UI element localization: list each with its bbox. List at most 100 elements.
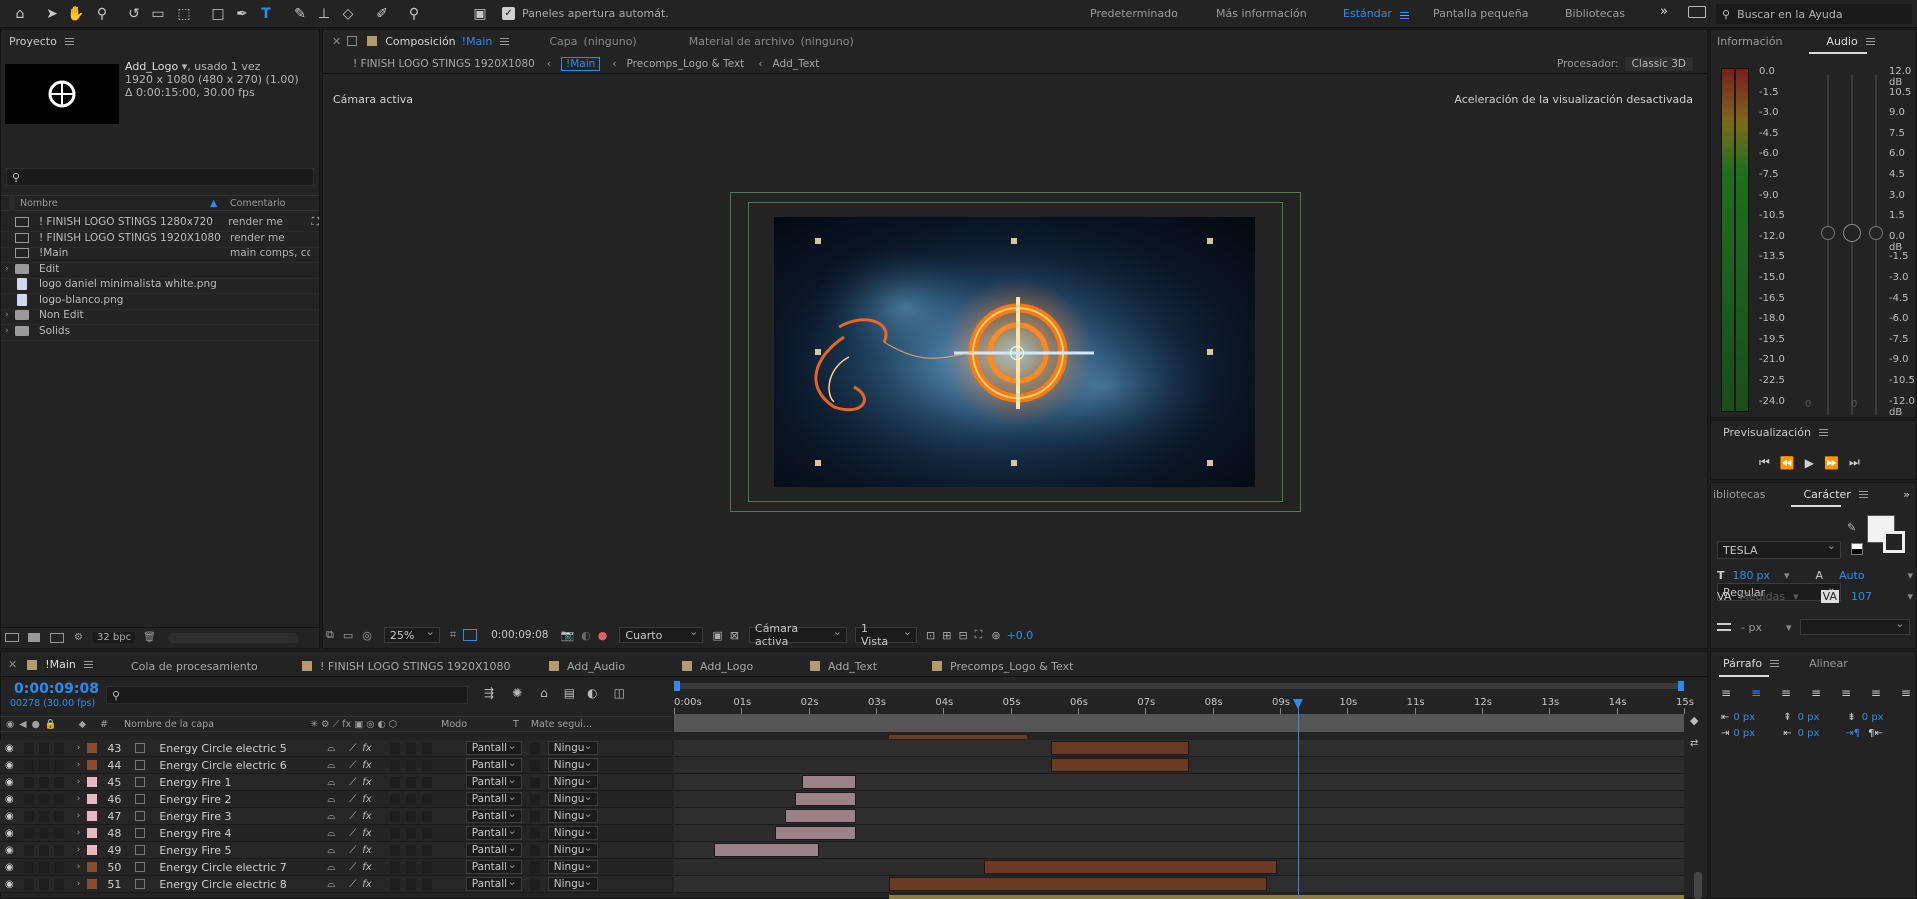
label-color-swatch[interactable] xyxy=(87,777,98,787)
quality-switch-icon[interactable]: ⟋ xyxy=(349,845,356,856)
audio-toggle[interactable] xyxy=(23,878,34,890)
track-matte-dropdown[interactable]: Ningu xyxy=(547,858,598,874)
snapping-icon[interactable]: ▣ xyxy=(470,4,490,24)
layer-duration-bar[interactable] xyxy=(785,809,856,823)
track-matte-dropdown[interactable]: Ningu xyxy=(547,773,598,789)
tab-composition[interactable]: Composición xyxy=(385,35,455,48)
shy-layers-icon[interactable]: ⌂ xyxy=(540,686,548,700)
lock-toggle[interactable] xyxy=(53,844,64,856)
eye-icon[interactable]: ◉ xyxy=(5,828,14,839)
chevron-down-icon[interactable]: ▾ xyxy=(1784,569,1790,582)
timeline-icon[interactable]: ⊟ xyxy=(958,629,967,642)
draft-3d-icon[interactable]: ✺ xyxy=(512,686,522,700)
transform-handle[interactable] xyxy=(1207,349,1213,355)
timeline-tab-precomps[interactable]: Precomps_Logo & Text xyxy=(932,658,1073,674)
timeline-layer-row[interactable]: ◉ › 49 Energy Fire 5⌓ ⟋ fx Pantall Ningu xyxy=(0,841,672,859)
shy-switch-icon[interactable]: ⌓ xyxy=(327,828,335,839)
flowchart-icon[interactable]: ⛶ xyxy=(312,216,319,229)
timeline-layer-row[interactable]: ◉ › 46 Energy Fire 2⌓ ⟋ fx Pantall Ningu xyxy=(0,790,672,808)
timeline-layer-row[interactable]: ◉ › 47 Energy Fire 3⌓ ⟋ fx Pantall Ningu xyxy=(0,807,672,825)
solo-toggle[interactable] xyxy=(38,759,49,771)
layer-name[interactable]: Energy Fire 3 xyxy=(159,810,327,823)
transform-handle[interactable] xyxy=(815,349,821,355)
lock-toggle[interactable] xyxy=(53,793,64,805)
effects-switch-icon[interactable]: fx xyxy=(362,879,371,890)
3d-switch[interactable] xyxy=(421,878,432,890)
track-matte-dropdown[interactable]: Ningu xyxy=(547,807,598,823)
comp-mini-flowchart-icon[interactable]: ⇶ xyxy=(484,686,494,700)
audio-toggle[interactable] xyxy=(23,810,34,822)
chevron-right-icon[interactable]: › xyxy=(77,794,81,804)
zoom-dropdown[interactable]: 25% xyxy=(383,625,440,643)
anchor-point-icon[interactable] xyxy=(1010,346,1024,360)
work-area-end-handle[interactable] xyxy=(1678,681,1684,691)
label-color-swatch[interactable] xyxy=(87,845,98,855)
navigator-bar[interactable] xyxy=(674,714,1684,732)
sync-settings-icon[interactable] xyxy=(1688,6,1706,18)
space-after-value[interactable]: 0 px xyxy=(1862,712,1884,723)
tab-paragraph[interactable]: Párrafo xyxy=(1723,657,1762,670)
solo-toggle[interactable] xyxy=(38,776,49,788)
solo-toggle[interactable] xyxy=(38,793,49,805)
stroke-color-swatch[interactable] xyxy=(1883,531,1905,553)
color-channels-icon[interactable]: ● xyxy=(598,629,608,642)
auto-open-panels-checkbox[interactable]: ✓ Paneles apertura automát. xyxy=(502,7,669,20)
workspace-pantalla-pequena[interactable]: Pantalla pequeña xyxy=(1433,7,1528,20)
solo-toggle[interactable] xyxy=(38,742,49,754)
panel-menu-icon[interactable] xyxy=(83,661,93,668)
motion-blur-switch[interactable] xyxy=(389,776,400,788)
left-fader-knob[interactable] xyxy=(1821,226,1835,240)
timeline-layer-row[interactable]: ◉ › 43 Energy Circle electric 5⌓ ⟋ fx Pantall N… xyxy=(0,739,672,757)
timeline-tab-render-queue[interactable]: Cola de procesamiento xyxy=(131,658,258,674)
layer-duration-bar[interactable] xyxy=(801,775,856,789)
eye-icon[interactable]: ◉ xyxy=(5,811,14,822)
quality-switch-icon[interactable]: ⟋ xyxy=(349,879,356,890)
tab-libraries[interactable]: ibliotecas xyxy=(1713,488,1765,501)
chevron-right-icon[interactable]: › xyxy=(77,879,81,889)
play-icon[interactable]: ▶ xyxy=(1805,456,1814,470)
preserve-transparency-toggle[interactable] xyxy=(529,776,540,788)
shy-switch-icon[interactable]: ⌓ xyxy=(327,743,335,754)
chevron-right-icon[interactable]: › xyxy=(77,777,81,787)
indent-left-value[interactable]: 0 px xyxy=(1733,712,1755,723)
col-layer-name[interactable]: Nombre de la capa xyxy=(124,719,214,730)
layer-name[interactable]: Energy Fire 4 xyxy=(159,827,327,840)
project-settings-icon[interactable]: ⚙ xyxy=(74,632,83,643)
stroke-width-value[interactable]: - px xyxy=(1741,621,1762,634)
current-time[interactable]: 0:00:09:08 xyxy=(14,681,99,697)
layer-name[interactable]: Energy Fire 5 xyxy=(159,844,327,857)
clone-stamp-tool-icon[interactable]: ⊥ xyxy=(314,4,334,24)
justify-right-icon[interactable]: ≡ xyxy=(1871,686,1881,700)
adjustment-switch[interactable] xyxy=(405,759,416,771)
space-before-value[interactable]: 0 px xyxy=(1798,712,1820,723)
effects-switch-icon[interactable]: fx xyxy=(362,794,371,805)
home-icon[interactable]: ⌂ xyxy=(10,4,30,24)
flowchart-icon[interactable]: ⛶ xyxy=(975,628,983,642)
breadcrumb-item[interactable]: Add_Text xyxy=(773,58,820,70)
font-size-value[interactable]: 180 xyxy=(1733,569,1754,582)
tab-info[interactable]: Información xyxy=(1717,35,1782,48)
tracking-value[interactable]: 107 xyxy=(1851,590,1872,603)
adjustment-switch[interactable] xyxy=(405,810,416,822)
lock-toggle[interactable] xyxy=(53,742,64,754)
mask-visibility-icon[interactable] xyxy=(463,629,478,641)
eye-icon[interactable]: ◉ xyxy=(5,777,14,788)
pan-behind-tool-icon[interactable]: ⬚ xyxy=(174,4,194,24)
adjustment-switch[interactable] xyxy=(405,793,416,805)
quality-switch-icon[interactable]: ⟋ xyxy=(349,811,356,822)
help-search-field[interactable]: ⚲ Buscar en la Ayuda xyxy=(1716,4,1912,24)
preview-title[interactable]: Previsualización xyxy=(1723,426,1811,439)
adjustment-switch[interactable] xyxy=(405,844,416,856)
layer-search-input[interactable]: ⚲ xyxy=(106,686,468,704)
adjustment-switch[interactable] xyxy=(405,827,416,839)
layer-duration-bar[interactable] xyxy=(1051,758,1190,772)
layer-duration-bar[interactable] xyxy=(889,735,1028,739)
transform-handle[interactable] xyxy=(1207,460,1213,466)
blend-mode-dropdown[interactable]: Pantall xyxy=(465,824,522,840)
layer-duration-bar[interactable] xyxy=(1051,741,1190,755)
timeline-layer-row[interactable]: ◉ › 48 Energy Fire 4⌓ ⟋ fx Pantall Ningu xyxy=(0,824,672,842)
motion-blur-switch[interactable] xyxy=(389,742,400,754)
toggle-pixel-aspect-icon[interactable]: ⊡ xyxy=(926,629,935,642)
transparency-grid-icon[interactable]: ⊠ xyxy=(730,629,739,642)
preserve-transparency-toggle[interactable] xyxy=(529,759,540,771)
